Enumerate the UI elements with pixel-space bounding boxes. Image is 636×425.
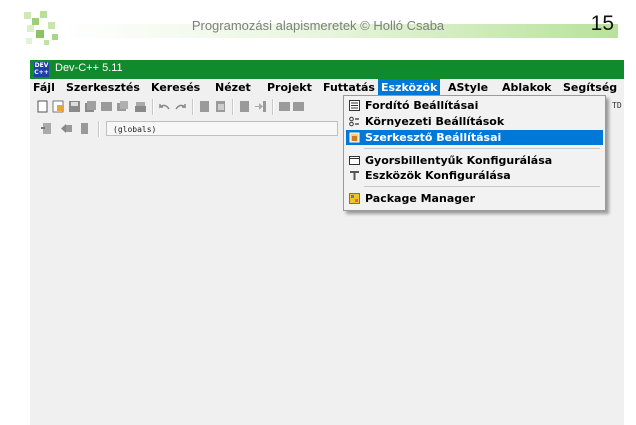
editor-options-icon: [349, 132, 360, 143]
redo-icon[interactable]: [174, 100, 187, 113]
menu-item-editor-options[interactable]: Szerkesztő Beállításai: [346, 130, 603, 145]
window-titlebar: DEV C++ Dev-C++ 5.11: [30, 60, 624, 79]
tools-icon: [350, 171, 359, 180]
environment-options-icon: [349, 116, 359, 127]
menu-view[interactable]: Nézet: [212, 79, 254, 97]
close-file-icon[interactable]: [100, 100, 113, 113]
open-file-icon[interactable]: [52, 100, 65, 113]
menu-project[interactable]: Projekt: [264, 79, 315, 97]
slide-header: Programozási alapismeretek © Holló Csaba…: [0, 0, 636, 55]
menu-item-label: Gyorsbillentyűk Konfigurálása: [365, 154, 553, 167]
scope-selector[interactable]: (globals): [106, 121, 338, 136]
compiler-options-icon: [349, 100, 360, 111]
menu-item-package-manager[interactable]: Package Manager: [346, 191, 603, 206]
menu-item-compiler-options[interactable]: Fordító Beállításai: [346, 98, 603, 113]
menu-file[interactable]: Fájl: [30, 79, 58, 97]
print-icon[interactable]: [134, 100, 147, 113]
menu-item-label: Szerkesztő Beállításai: [365, 131, 502, 144]
unindent-icon[interactable]: [292, 100, 305, 113]
save-all-icon[interactable]: [84, 100, 97, 113]
goto-line-icon[interactable]: [238, 100, 251, 113]
menu-item-label: Package Manager: [365, 192, 475, 205]
menu-item-shortcuts[interactable]: Gyorsbillentyűk Konfigurálása: [346, 153, 603, 168]
slide-title: Programozási alapismeretek © Holló Csaba: [191, 18, 445, 33]
close-all-icon[interactable]: [116, 100, 129, 113]
toggle-bookmark-icon[interactable]: [60, 122, 73, 135]
insert-icon[interactable]: [40, 122, 53, 135]
undo-icon[interactable]: [158, 100, 171, 113]
new-file-icon[interactable]: [36, 100, 49, 113]
goto-function-icon[interactable]: [254, 100, 267, 113]
goto-bookmark-icon[interactable]: [78, 122, 91, 135]
package-manager-icon: [349, 193, 360, 204]
toolbar-clipped-text: TD: [612, 101, 622, 110]
page-number: 15: [590, 12, 614, 35]
menu-item-label: Környezeti Beállítások: [365, 115, 505, 128]
replace-icon[interactable]: [214, 100, 227, 113]
save-icon[interactable]: [68, 100, 81, 113]
menu-item-label: Fordító Beállításai: [365, 99, 479, 112]
menu-item-label: Eszközök Konfigurálása: [365, 169, 511, 182]
tools-dropdown-menu: Fordító Beállításai Környezeti Beállítás…: [343, 95, 606, 211]
devcpp-app-icon: DEV C++: [34, 62, 49, 77]
indent-icon[interactable]: [278, 100, 291, 113]
window-title: Dev-C++ 5.11: [55, 62, 123, 74]
find-icon[interactable]: [198, 100, 211, 113]
menu-item-environment-options[interactable]: Környezeti Beállítások: [346, 114, 603, 129]
menu-item-configure-tools[interactable]: Eszközök Konfigurálása: [346, 168, 603, 183]
menu-edit[interactable]: Szerkesztés: [63, 79, 143, 97]
shortcuts-icon: [349, 156, 360, 165]
menu-search[interactable]: Keresés: [148, 79, 203, 97]
